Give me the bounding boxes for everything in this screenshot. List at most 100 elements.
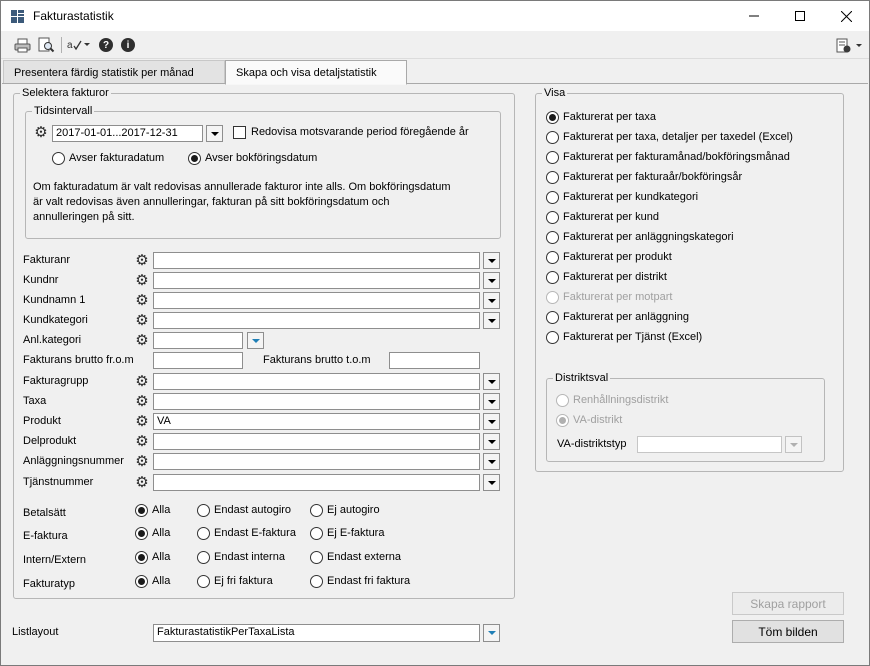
booking-date-radio[interactable] xyxy=(188,152,201,165)
brutto-from-input[interactable] xyxy=(153,352,243,369)
delprodukt-gear-icon[interactable]: ⚙ xyxy=(135,434,149,449)
betalsatt-autogiro-radio[interactable] xyxy=(197,504,210,517)
print-button[interactable] xyxy=(13,37,31,53)
anlkategori-dropdown[interactable] xyxy=(247,332,264,349)
visa-option-radio[interactable] xyxy=(546,231,559,244)
brutto-tom-input[interactable] xyxy=(389,352,480,369)
svg-text:a: a xyxy=(67,40,73,51)
info-button[interactable]: i xyxy=(119,37,137,53)
delprodukt-dropdown[interactable] xyxy=(483,433,500,450)
produkt-input[interactable]: VA xyxy=(153,413,480,430)
create-report-button[interactable]: Skapa rapport xyxy=(732,592,844,615)
delprodukt-input[interactable] xyxy=(153,433,480,450)
kundkategori-dropdown[interactable] xyxy=(483,312,500,329)
intern-alla-radio[interactable] xyxy=(135,551,148,564)
fakturatyp-alla-radio[interactable] xyxy=(135,575,148,588)
toolbar: a ? i xyxy=(1,31,869,59)
taxa-gear-icon[interactable]: ⚙ xyxy=(135,394,149,409)
anlaggningsnummer-dropdown[interactable] xyxy=(483,453,500,470)
chevron-down-icon xyxy=(487,298,496,303)
tab-detail-statistics[interactable]: Skapa och visa detaljstatistik xyxy=(225,60,407,85)
visa-option-label: Fakturerat per fakturamånad/bokföringsmå… xyxy=(563,151,790,163)
close-button[interactable] xyxy=(823,1,869,31)
visa-option-radio[interactable] xyxy=(546,251,559,264)
efaktura-ej-radio[interactable] xyxy=(310,527,323,540)
kundnamn-dropdown[interactable] xyxy=(483,292,500,309)
anlkategori-input[interactable] xyxy=(153,332,243,349)
chevron-down-icon xyxy=(487,439,496,444)
efaktura-ej-label: Ej E-faktura xyxy=(327,527,385,539)
tab-monthly-statistics[interactable]: Presentera färdig statistik per månad xyxy=(3,60,225,84)
intern-endast-interna-radio[interactable] xyxy=(197,551,210,564)
fakturatyp-endast-fri-radio[interactable] xyxy=(310,575,323,588)
efaktura-alla-radio[interactable] xyxy=(135,527,148,540)
produkt-gear-icon[interactable]: ⚙ xyxy=(135,414,149,429)
help-button[interactable]: ? xyxy=(97,37,115,53)
date-range-field[interactable]: 2017-01-01...2017-12-31 xyxy=(52,125,203,142)
listlayout-input[interactable]: FakturastatistikPerTaxaLista xyxy=(153,624,480,642)
clear-button[interactable]: Töm bilden xyxy=(732,620,844,643)
kundnr-dropdown[interactable] xyxy=(483,272,500,289)
fakturanr-gear-icon[interactable]: ⚙ xyxy=(135,253,149,268)
visa-option-radio[interactable] xyxy=(546,171,559,184)
maximize-button[interactable] xyxy=(777,1,823,31)
visa-option-radio[interactable] xyxy=(546,331,559,344)
kundnamn-label: Kundnamn 1 xyxy=(23,294,86,306)
chevron-down-icon xyxy=(487,258,496,263)
anlkategori-gear-icon[interactable]: ⚙ xyxy=(135,333,149,348)
date-range-dropdown[interactable] xyxy=(206,125,223,142)
kundnr-input[interactable] xyxy=(153,272,480,289)
select-invoices-legend: Selektera fakturor xyxy=(20,87,111,99)
document-info-menu[interactable] xyxy=(835,37,863,53)
listlayout-dropdown[interactable] xyxy=(483,624,500,642)
visa-option-radio[interactable] xyxy=(546,191,559,204)
kundkategori-gear-icon[interactable]: ⚙ xyxy=(135,313,149,328)
taxa-input[interactable] xyxy=(153,393,480,410)
anlaggningsnummer-gear-icon[interactable]: ⚙ xyxy=(135,454,149,469)
taxa-dropdown[interactable] xyxy=(483,393,500,410)
tjanstnummer-input[interactable] xyxy=(153,474,480,491)
fakturatyp-ej-fri-radio[interactable] xyxy=(197,575,210,588)
chevron-down-icon xyxy=(487,318,496,323)
listlayout-label: Listlayout xyxy=(12,626,59,638)
booking-date-label: Avser bokföringsdatum xyxy=(205,152,318,164)
tjanstnummer-gear-icon[interactable]: ⚙ xyxy=(135,475,149,490)
anlaggningsnummer-input[interactable] xyxy=(153,453,480,470)
spellcheck-button[interactable]: a xyxy=(67,37,91,53)
visa-option-radio[interactable] xyxy=(546,311,559,324)
visa-option-label: Fakturerat per taxa xyxy=(563,111,656,123)
fakturanr-input[interactable] xyxy=(153,252,480,269)
fakturanr-dropdown[interactable] xyxy=(483,252,500,269)
tjanstnummer-dropdown[interactable] xyxy=(483,474,500,491)
betalsatt-alla-radio[interactable] xyxy=(135,504,148,517)
kundnamn-input[interactable] xyxy=(153,292,480,309)
fakturanr-label: Fakturanr xyxy=(23,254,71,266)
print-preview-button[interactable] xyxy=(37,37,55,53)
visa-option-label: Fakturerat per anläggningskategori xyxy=(563,231,734,243)
visa-option-radio[interactable] xyxy=(546,211,559,224)
interval-note-line-3: annulleringen på sitt. xyxy=(33,211,135,223)
interval-note-line-1: Om fakturadatum är valt redovisas annull… xyxy=(33,181,451,193)
visa-option-radio[interactable] xyxy=(546,111,559,124)
fakturagrupp-dropdown[interactable] xyxy=(483,373,500,390)
intern-endast-externa-radio[interactable] xyxy=(310,551,323,564)
minimize-button[interactable] xyxy=(731,1,777,31)
fakturagrupp-gear-icon[interactable]: ⚙ xyxy=(135,374,149,389)
invoice-date-radio[interactable] xyxy=(52,152,65,165)
fakturagrupp-input[interactable] xyxy=(153,373,480,390)
betalsatt-ej-autogiro-radio[interactable] xyxy=(310,504,323,517)
visa-option-radio[interactable] xyxy=(546,271,559,284)
date-settings-gear-icon[interactable]: ⚙ xyxy=(34,125,48,140)
kundnamn-gear-icon[interactable]: ⚙ xyxy=(135,293,149,308)
visa-option-label: Fakturerat per kund xyxy=(563,211,659,223)
kundkategori-input[interactable] xyxy=(153,312,480,329)
produkt-dropdown[interactable] xyxy=(483,413,500,430)
chevron-down-icon xyxy=(487,459,496,464)
visa-option-radio[interactable] xyxy=(546,131,559,144)
visa-option-radio[interactable] xyxy=(546,151,559,164)
kundnr-gear-icon[interactable]: ⚙ xyxy=(135,273,149,288)
va-district-label: VA-distrikt xyxy=(573,414,623,426)
chevron-down-icon xyxy=(487,419,496,424)
prev-period-checkbox[interactable] xyxy=(233,126,246,139)
efaktura-endast-radio[interactable] xyxy=(197,527,210,540)
